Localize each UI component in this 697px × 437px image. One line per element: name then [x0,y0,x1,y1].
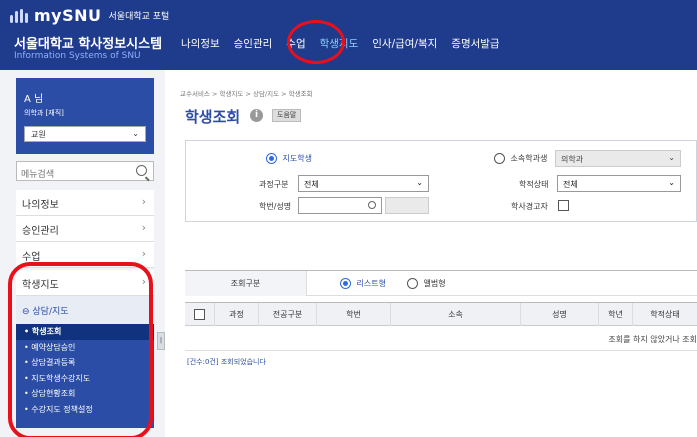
dept-select: 의학과 ⌄ [555,150,681,167]
system-subtitle: Information Systems of SNU [14,51,141,61]
academic-status-label: 학적상태 [519,180,549,189]
menu-search-input[interactable] [17,166,127,184]
role-select[interactable]: 교원 ⌄ [24,126,146,142]
page-title: 학생조회 [185,108,241,126]
table-divider [185,350,697,351]
highlight-circle-sidebar [8,262,153,437]
sidebar-item-label: 나의정보 [22,200,59,211]
help-button[interactable]: 도움말 [272,109,302,122]
view-album-option[interactable]: 앨범형 [407,278,446,289]
column-header[interactable]: 소속 [391,303,521,326]
dept-select-value: 의학과 [561,155,584,164]
result-count-message: [건수:0건] 조회되었습니다 [187,358,266,366]
radio-button-selected[interactable] [340,278,351,289]
radio-advisee-label: 지도학생 [282,154,312,163]
search-icon[interactable] [368,201,376,209]
user-department: 의학과 [재직] [24,109,64,117]
sidebar-item-label: 승인관리 [22,226,59,237]
view-list-option[interactable]: 리스트형 [340,278,386,289]
chevron-down-icon: ⌄ [668,178,675,187]
info-icon[interactable]: i [250,109,263,122]
radio-button-selected[interactable] [266,153,277,164]
course-type-select[interactable]: 전체 ⌄ [298,175,429,192]
radio-advisee-option[interactable]: 지도학생 [266,153,312,164]
sidebar-item-my-info[interactable]: 나의정보 › [16,190,154,216]
breadcrumb: 교수서비스 > 학생지도 > 상담/지도 > 학생조회 [180,90,313,98]
select-all-cell [185,303,215,326]
logo-mark-icon [10,8,30,23]
academic-warning-label: 학사경고자 [511,202,548,211]
nav-item-certificates[interactable]: 증명서발급 [444,36,506,51]
system-title[interactable]: 서울대학교 학사정보시스템 [14,33,162,52]
student-name-display [385,197,429,214]
search-icon[interactable] [136,165,147,176]
student-id-name-label: 학번/성명 [259,202,292,211]
role-select-value: 교원 [31,130,46,139]
column-header[interactable]: 학번 [317,303,391,326]
sidebar-collapse-handle[interactable]: ‖ [157,332,165,350]
portal-logo[interactable]: mySNU 서울대학교 포털 [10,6,169,25]
radio-dept-label: 소속학과생 [510,154,548,163]
column-header[interactable]: 성명 [521,303,599,326]
radio-button[interactable] [494,153,505,164]
academic-status-select[interactable]: 전체 ⌄ [557,175,681,192]
nav-item-approval[interactable]: 승인관리 [227,36,280,51]
user-profile-box: A 님 의학과 [재직] 교원 ⌄ [16,78,154,154]
chevron-right-icon: › [141,195,146,208]
user-name: A 님 [24,94,44,105]
chevron-down-icon: ⌄ [132,129,139,138]
column-header[interactable]: 전공구분 [259,303,317,326]
search-filter-panel: 지도학생 소속학과생 의학과 ⌄ 과정구분 전체 ⌄ 학적상태 전체 ⌄ 학번/… [185,140,697,222]
empty-result-message: 조회를 하지 않았거나 조회 [608,335,697,344]
chevron-down-icon: ⌄ [668,153,675,162]
highlight-circle-nav [287,20,345,64]
results-table-header: 과정 전공구분 학번 소속 성명 학년 학적상태 [185,302,697,326]
chevron-right-icon: › [141,221,146,234]
nav-item-hr-payroll[interactable]: 인사/급여/복지 [365,36,444,51]
logo-subtitle: 서울대학교 포털 [108,12,170,22]
nav-item-my-info[interactable]: 나의정보 [174,36,227,51]
view-list-label: 리스트형 [356,279,386,288]
student-id-name-input[interactable] [298,197,382,214]
view-type-bar: 조회구분 리스트형 앨범형 [185,270,697,296]
radio-button[interactable] [407,278,418,289]
select-all-checkbox[interactable] [194,309,205,320]
radio-dept-option[interactable]: 소속학과생 [494,153,547,164]
view-type-label: 조회구분 [185,271,307,296]
column-header[interactable]: 학년 [599,303,633,326]
menu-search-box [16,161,154,184]
course-type-label: 과정구분 [259,180,289,189]
academic-warning-checkbox[interactable] [558,200,569,211]
academic-status-value: 전체 [563,180,578,189]
column-header[interactable]: 학적상태 [633,303,697,326]
view-album-label: 앨범형 [423,279,446,288]
logo-text: mySNU [34,6,102,25]
top-header: mySNU 서울대학교 포털 서울대학교 학사정보시스템 Information… [0,0,697,70]
course-type-value: 전체 [304,180,319,189]
chevron-down-icon: ⌄ [416,178,423,187]
sidebar: A 님 의학과 [재직] 교원 ⌄ 나의정보 › 승인관리 › 수업 › 학생지… [0,70,165,437]
sidebar-item-approval[interactable]: 승인관리 › [16,216,154,242]
chevron-right-icon: › [141,247,146,260]
column-header[interactable]: 과정 [215,303,259,326]
